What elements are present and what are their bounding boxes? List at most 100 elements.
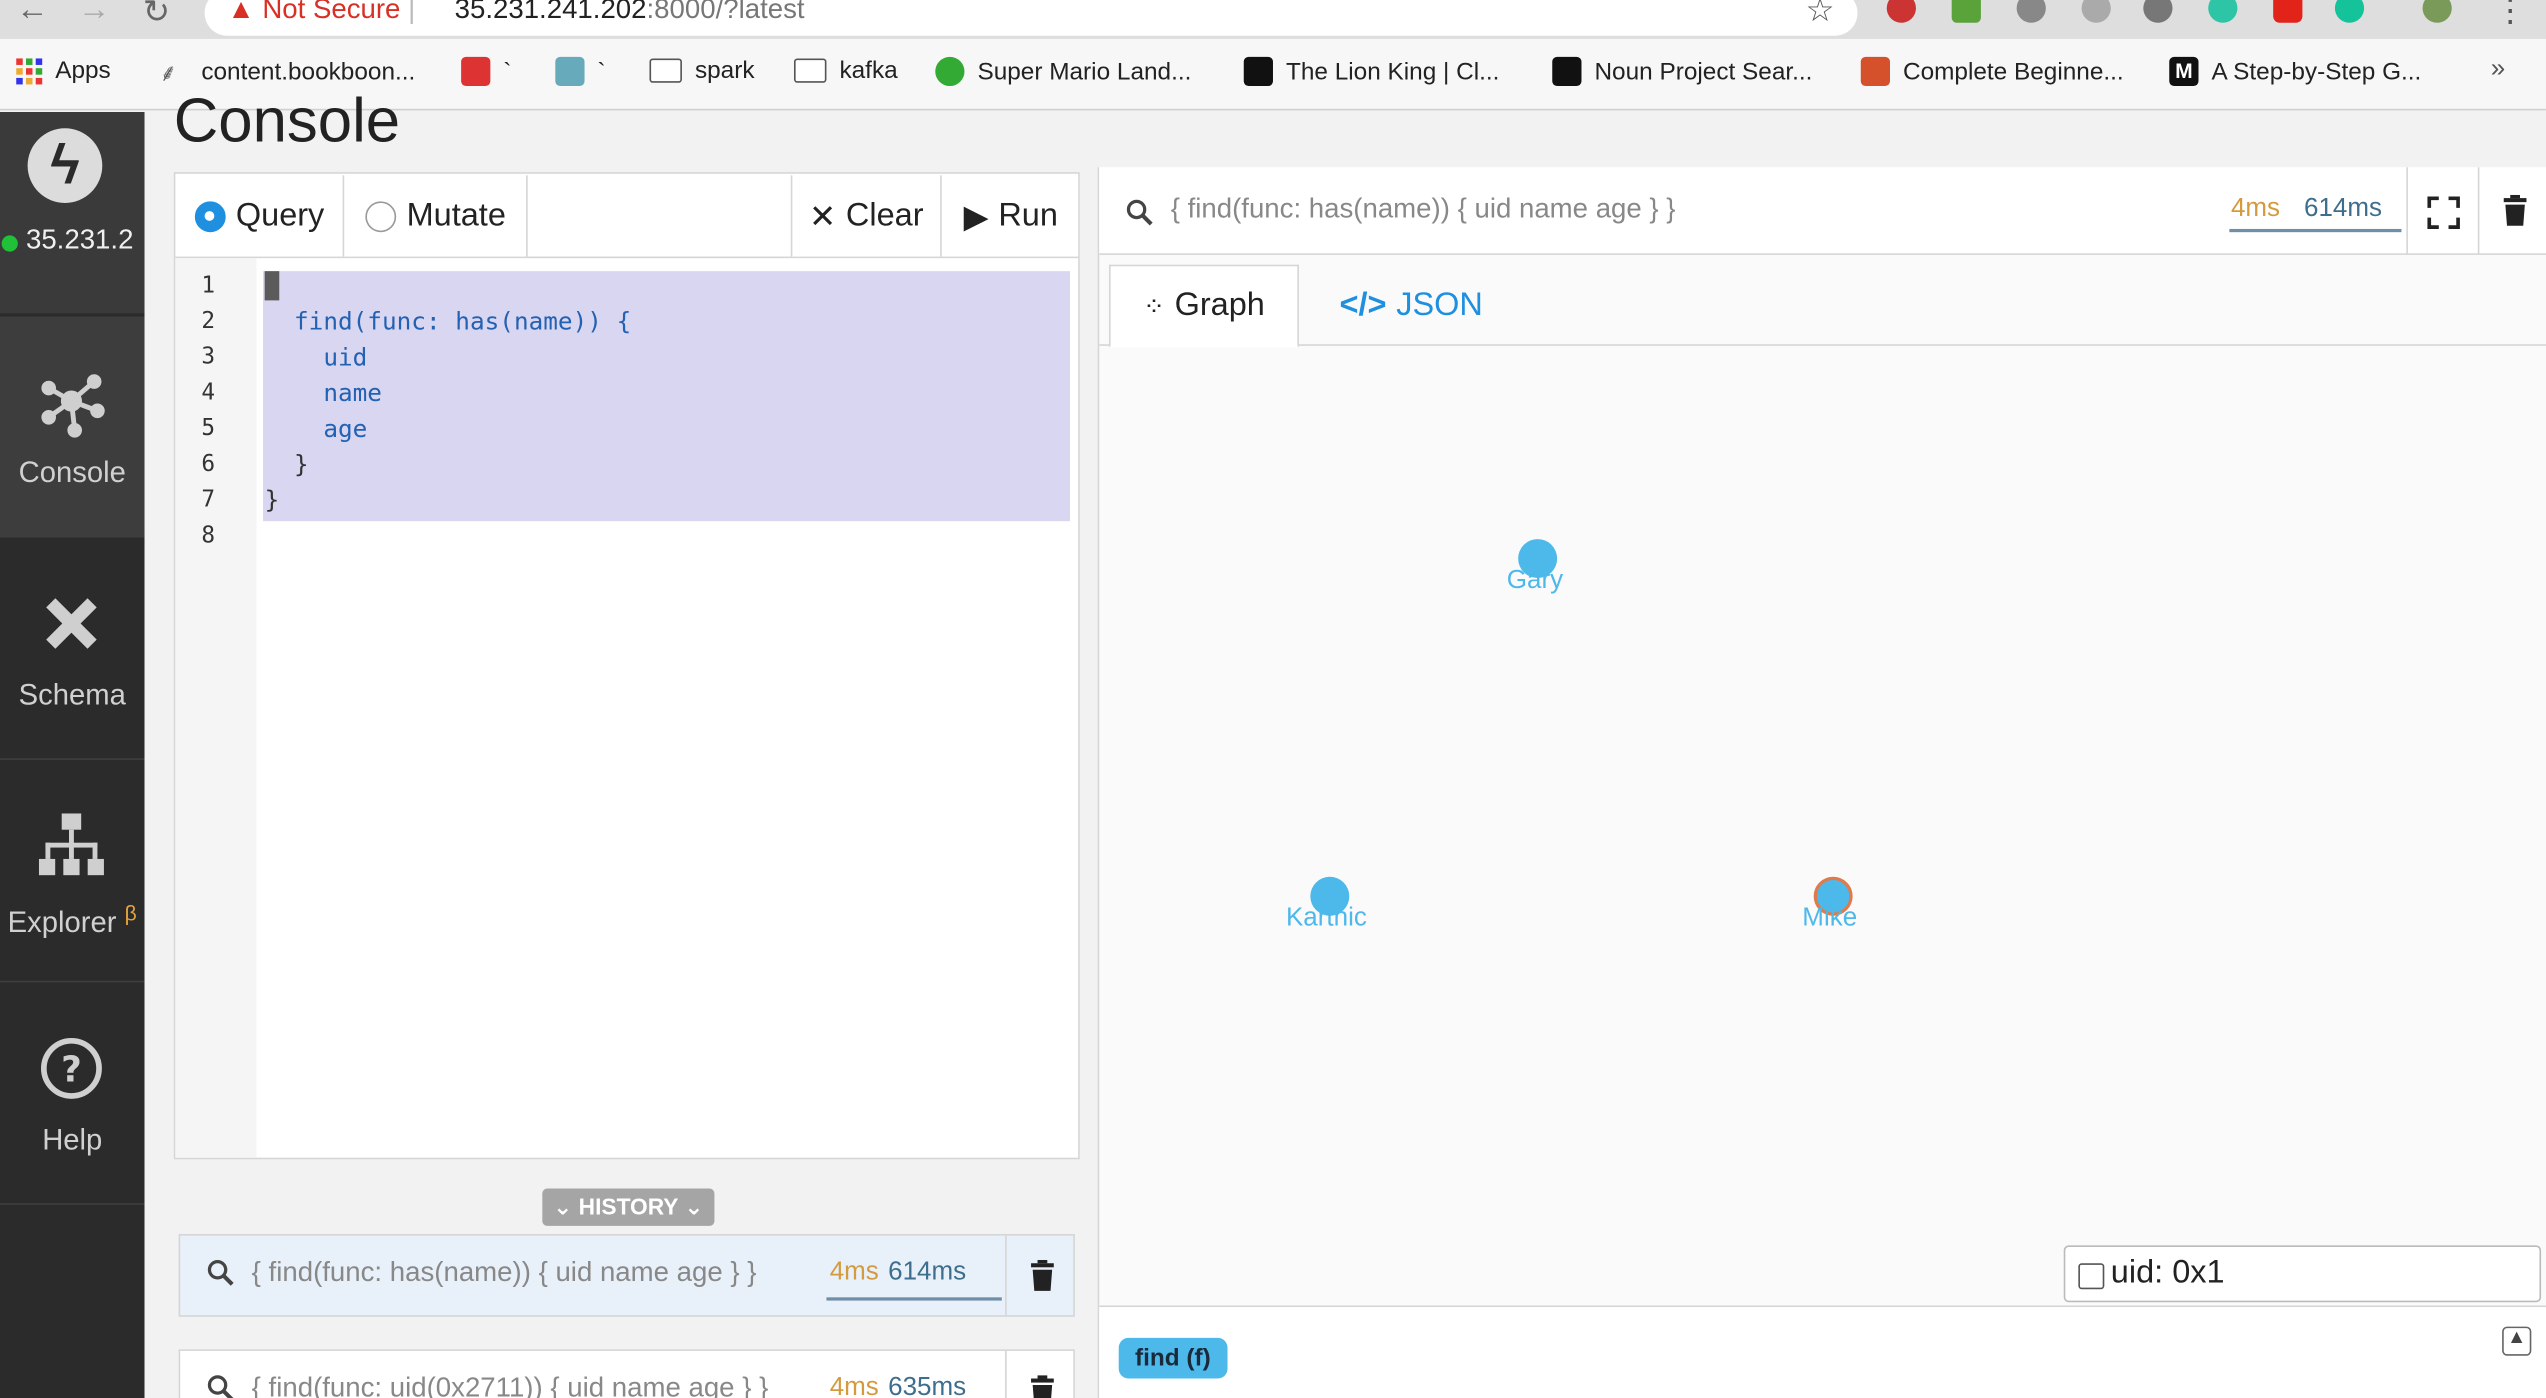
url-text[interactable]: 35.231.241.202:8000/?latest bbox=[455, 0, 805, 26]
bookmark-lion-king[interactable]: The Lion King | Cl... bbox=[1243, 56, 1499, 87]
back-icon[interactable]: ← bbox=[16, 0, 48, 29]
history-item[interactable]: { find(func: uid(0x2711)) { uid name age… bbox=[178, 1349, 1075, 1398]
search-icon bbox=[207, 1259, 234, 1286]
node-label: Mike bbox=[1802, 904, 1858, 933]
history-toggle[interactable]: ⌄ HISTORY ⌄ bbox=[542, 1188, 715, 1226]
code-line: age bbox=[264, 414, 368, 444]
mario-icon bbox=[935, 56, 965, 87]
code-line: } bbox=[264, 449, 309, 479]
bookmark-super-mario[interactable]: Super Mario Land... bbox=[935, 56, 1191, 87]
trash-icon bbox=[1031, 1375, 1054, 1398]
sidebar-item-explorer[interactable]: Explorer β bbox=[0, 762, 145, 983]
folder-icon bbox=[649, 58, 682, 83]
fullscreen-button[interactable] bbox=[2406, 167, 2477, 255]
folder-icon bbox=[793, 58, 827, 83]
extension-icon[interactable] bbox=[2208, 0, 2238, 23]
bookmark-stack[interactable]: ` bbox=[461, 56, 511, 87]
delete-history-button[interactable] bbox=[1005, 1350, 1075, 1398]
trash-icon bbox=[2503, 194, 2527, 226]
noun-project-icon bbox=[1552, 56, 1582, 87]
svg-text:?: ? bbox=[61, 1049, 82, 1090]
result-tabs: ⁘ Graph </> JSON bbox=[1099, 255, 2546, 348]
total-latency: 635ms bbox=[888, 1373, 967, 1398]
bookmark-bot[interactable]: ` bbox=[555, 56, 606, 87]
history-item[interactable]: { find(func: has(name)) { uid name age }… bbox=[178, 1234, 1075, 1317]
bookmark-spark[interactable]: spark bbox=[649, 57, 755, 84]
line-number-gutter bbox=[175, 258, 257, 1158]
bookboon-icon: ⸙ bbox=[159, 60, 178, 88]
delete-result-button[interactable] bbox=[2477, 167, 2546, 255]
code-line: find(func: has(name)) { bbox=[264, 306, 632, 337]
window-icon bbox=[2078, 1263, 2105, 1290]
line-number: 5 bbox=[201, 415, 216, 442]
extension-icon[interactable] bbox=[2273, 0, 2303, 23]
radio-checked-icon bbox=[195, 200, 227, 232]
extension-icon[interactable] bbox=[2016, 0, 2046, 23]
tab-graph[interactable]: ⁘ Graph bbox=[1108, 264, 1299, 348]
extension-icon[interactable] bbox=[1951, 0, 1981, 23]
browser-menu-icon[interactable]: ⋮ bbox=[2494, 0, 2526, 31]
console-icon bbox=[41, 374, 105, 438]
sidebar-item-help[interactable]: ? Help bbox=[0, 984, 145, 1205]
result-header: { find(func: has(name)) { uid name age }… bbox=[1099, 167, 2546, 255]
search-icon bbox=[207, 1375, 234, 1398]
line-number: 8 bbox=[201, 522, 216, 549]
browser-toolbar: ← → ↻ ▲ Not Secure | 35.231.241.202:8000… bbox=[0, 0, 2546, 39]
sidebar-item-console[interactable]: Console bbox=[0, 316, 145, 538]
radio-unchecked-icon bbox=[366, 200, 397, 232]
code-icon: </> bbox=[1339, 287, 1387, 324]
code-line: name bbox=[264, 378, 382, 408]
bookmark-complete-beginner[interactable]: Complete Beginne... bbox=[1860, 56, 2124, 87]
stack-icon bbox=[461, 56, 491, 87]
fullscreen-icon bbox=[2427, 196, 2460, 229]
bookmark-bookboon[interactable]: ⸙ content.bookboon... bbox=[159, 57, 415, 88]
server-connection[interactable]: ϟ 35.231.2 bbox=[0, 112, 145, 314]
profile-avatar[interactable] bbox=[2422, 0, 2452, 23]
reload-icon[interactable]: ↻ bbox=[143, 0, 170, 32]
expand-panel-button[interactable]: ▲ bbox=[2502, 1324, 2532, 1356]
predicate-badge[interactable]: find (f) bbox=[1118, 1337, 1227, 1379]
server-address: 35.231.2 bbox=[25, 224, 134, 255]
trash-icon bbox=[1031, 1259, 1054, 1291]
bookmark-kafka[interactable]: kafka bbox=[793, 57, 898, 84]
node-label: Gary bbox=[1506, 566, 1564, 595]
schema-icon bbox=[46, 598, 97, 649]
predicate-legend: find (f) ▲ bbox=[1099, 1305, 2546, 1398]
address-bar[interactable] bbox=[204, 0, 1858, 36]
server-latency: 4ms bbox=[829, 1258, 879, 1286]
mutate-radio[interactable]: Mutate bbox=[345, 175, 528, 257]
bookmark-apps[interactable]: Apps bbox=[16, 57, 111, 84]
result-query: { find(func: has(name)) { uid name age }… bbox=[1170, 193, 1676, 225]
sidebar-item-schema[interactable]: Schema bbox=[0, 539, 145, 760]
bookmark-star-icon[interactable]: ☆ bbox=[1806, 0, 1835, 31]
explorer-icon bbox=[38, 813, 104, 876]
bookmark-noun-project[interactable]: Noun Project Sear... bbox=[1552, 56, 1812, 87]
bookmark-step-by-step[interactable]: M A Step-by-Step G... bbox=[2169, 56, 2421, 87]
extension-icon[interactable] bbox=[2143, 0, 2173, 23]
ux-icon bbox=[1860, 56, 1890, 87]
code-line: } bbox=[264, 485, 280, 515]
forward-icon[interactable]: → bbox=[78, 0, 110, 29]
total-latency: 614ms bbox=[2304, 194, 2383, 223]
node-label: Karthic bbox=[1285, 904, 1367, 933]
run-button[interactable]: ▶ Run bbox=[943, 175, 1079, 257]
not-secure-indicator[interactable]: ▲ Not Secure | bbox=[227, 0, 415, 26]
page-title: Console bbox=[173, 87, 401, 156]
sidebar: ϟ 35.231.2 Console Schema Explorer β ? H… bbox=[0, 112, 145, 1398]
line-number: 7 bbox=[201, 487, 216, 514]
bookmarks-overflow-icon[interactable]: » bbox=[2491, 55, 2505, 84]
caret-up-icon: ▲ bbox=[2506, 1324, 2527, 1348]
editor-toolbar: Query Mutate ✕ Clear ▶ Run bbox=[175, 174, 1079, 259]
help-icon: ? bbox=[40, 1037, 102, 1099]
dgraph-logo-icon: ϟ bbox=[27, 128, 103, 203]
delete-history-button[interactable] bbox=[1005, 1235, 1075, 1316]
tab-json[interactable]: </> JSON bbox=[1307, 265, 1515, 348]
server-latency: 4ms bbox=[829, 1373, 879, 1398]
extension-icon[interactable] bbox=[2081, 0, 2111, 23]
lion-king-icon bbox=[1243, 56, 1273, 87]
query-radio[interactable]: Query bbox=[176, 175, 345, 257]
bot-icon bbox=[555, 56, 585, 87]
grammarly-icon[interactable] bbox=[2334, 0, 2365, 23]
extension-icon[interactable] bbox=[1886, 0, 1916, 23]
clear-button[interactable]: ✕ Clear bbox=[790, 175, 942, 257]
